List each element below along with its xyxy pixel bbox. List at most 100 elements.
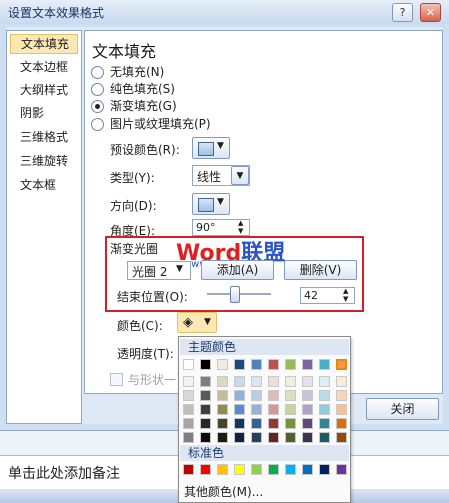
theme-shade-swatch[interactable]	[183, 432, 194, 443]
theme-shade-swatch[interactable]	[336, 432, 347, 443]
category-text-box[interactable]: 文本框	[10, 175, 78, 195]
category-text-border[interactable]: 文本边框	[10, 57, 78, 77]
gradient-fill-radio[interactable]	[91, 100, 104, 113]
theme-shade-swatch[interactable]	[302, 390, 313, 401]
theme-color-swatch[interactable]	[268, 359, 279, 370]
theme-shade-swatch[interactable]	[268, 404, 279, 415]
theme-shade-swatch[interactable]	[234, 376, 245, 387]
theme-shade-swatch[interactable]	[302, 418, 313, 429]
standard-color-swatch[interactable]	[319, 464, 330, 475]
theme-shade-swatch[interactable]	[251, 432, 262, 443]
theme-shade-swatch[interactable]	[183, 376, 194, 387]
theme-shade-swatch[interactable]	[217, 404, 228, 415]
category-outline-style[interactable]: 大纲样式	[10, 80, 78, 100]
theme-shade-swatch[interactable]	[251, 376, 262, 387]
theme-color-swatch[interactable]	[285, 359, 296, 370]
theme-shade-swatch[interactable]	[200, 376, 211, 387]
theme-shade-swatch[interactable]	[268, 432, 279, 443]
theme-shade-swatch[interactable]	[251, 418, 262, 429]
theme-color-swatch[interactable]	[217, 359, 228, 370]
standard-color-swatch[interactable]	[251, 464, 262, 475]
standard-color-swatch[interactable]	[285, 464, 296, 475]
theme-shade-swatch[interactable]	[217, 418, 228, 429]
dialog-titlebar[interactable]: 设置文本效果格式 ? ✕	[0, 0, 449, 24]
theme-shade-swatch[interactable]	[302, 376, 313, 387]
theme-shade-swatch[interactable]	[200, 432, 211, 443]
more-colors-item[interactable]: 其他颜色(M)...	[184, 483, 263, 500]
theme-shade-swatch[interactable]	[319, 376, 330, 387]
direction-dropdown[interactable]: ▼	[192, 193, 230, 215]
picture-fill-radio[interactable]	[91, 118, 104, 131]
theme-shade-swatch[interactable]	[336, 404, 347, 415]
type-select[interactable]: 线性 ▼	[192, 165, 250, 186]
theme-shade-swatch[interactable]	[183, 404, 194, 415]
standard-color-swatch[interactable]	[183, 464, 194, 475]
spin-up-icon[interactable]: ▲	[238, 220, 243, 227]
add-stop-button[interactable]: 添加(A)	[201, 260, 274, 280]
theme-color-swatch[interactable]	[319, 359, 330, 370]
remove-stop-button[interactable]: 删除(V)	[284, 260, 357, 280]
close-button[interactable]: 关闭	[366, 398, 439, 420]
theme-shade-swatch[interactable]	[200, 404, 211, 415]
theme-shade-swatch[interactable]	[268, 390, 279, 401]
theme-shade-swatch[interactable]	[285, 376, 296, 387]
standard-color-swatch[interactable]	[302, 464, 313, 475]
spin-down-icon[interactable]: ▼	[343, 296, 348, 303]
theme-shade-swatch[interactable]	[285, 404, 296, 415]
theme-shade-swatch[interactable]	[285, 432, 296, 443]
theme-shade-swatch[interactable]	[268, 376, 279, 387]
theme-shade-swatch[interactable]	[319, 418, 330, 429]
category-shadow[interactable]: 阴影	[10, 103, 78, 123]
theme-shade-swatch[interactable]	[217, 390, 228, 401]
theme-shade-swatch[interactable]	[183, 418, 194, 429]
spin-up-icon[interactable]: ▲	[343, 288, 348, 295]
angle-input[interactable]: 90° ▲ ▼	[192, 219, 250, 236]
theme-color-swatch[interactable]	[336, 359, 347, 370]
stop-select[interactable]: 光圈 2 ▼	[127, 261, 191, 280]
spin-down-icon[interactable]: ▼	[238, 228, 243, 235]
theme-shade-swatch[interactable]	[319, 432, 330, 443]
theme-shade-swatch[interactable]	[336, 418, 347, 429]
theme-shade-swatch[interactable]	[200, 418, 211, 429]
theme-shade-swatch[interactable]	[302, 432, 313, 443]
theme-shade-swatch[interactable]	[319, 404, 330, 415]
theme-shade-swatch[interactable]	[217, 376, 228, 387]
standard-color-swatch[interactable]	[217, 464, 228, 475]
theme-color-swatch[interactable]	[251, 359, 262, 370]
category-3d-format[interactable]: 三维格式	[10, 127, 78, 147]
help-button[interactable]: ?	[392, 3, 413, 22]
theme-shade-swatch[interactable]	[336, 376, 347, 387]
category-3d-rotation[interactable]: 三维旋转	[10, 151, 78, 171]
theme-shade-swatch[interactable]	[302, 404, 313, 415]
theme-shade-swatch[interactable]	[251, 404, 262, 415]
theme-color-swatch[interactable]	[234, 359, 245, 370]
color-picker-button[interactable]: ◈ ▼	[177, 312, 217, 333]
chevron-down-icon[interactable]: ▼	[231, 166, 249, 185]
standard-color-swatch[interactable]	[336, 464, 347, 475]
no-fill-radio[interactable]	[91, 66, 104, 79]
standard-color-swatch[interactable]	[268, 464, 279, 475]
theme-color-swatch[interactable]	[302, 359, 313, 370]
solid-fill-radio[interactable]	[91, 83, 104, 96]
theme-shade-swatch[interactable]	[234, 432, 245, 443]
end-position-slider[interactable]	[229, 286, 240, 303]
preset-colors-dropdown[interactable]: ▼	[192, 137, 230, 159]
theme-shade-swatch[interactable]	[200, 390, 211, 401]
chevron-down-icon[interactable]: ▼	[176, 264, 183, 274]
theme-color-swatch[interactable]	[200, 359, 211, 370]
theme-shade-swatch[interactable]	[234, 418, 245, 429]
theme-shade-swatch[interactable]	[285, 418, 296, 429]
theme-shade-swatch[interactable]	[217, 432, 228, 443]
theme-shade-swatch[interactable]	[319, 390, 330, 401]
end-position-input[interactable]: 42 ▲ ▼	[300, 287, 355, 304]
theme-shade-swatch[interactable]	[234, 390, 245, 401]
theme-shade-swatch[interactable]	[183, 390, 194, 401]
category-text-fill[interactable]: 文本填充	[10, 34, 78, 54]
theme-shade-swatch[interactable]	[285, 390, 296, 401]
rotate-with-shape-checkbox[interactable]	[110, 373, 123, 386]
theme-shade-swatch[interactable]	[234, 404, 245, 415]
standard-color-swatch[interactable]	[200, 464, 211, 475]
theme-shade-swatch[interactable]	[268, 418, 279, 429]
theme-shade-swatch[interactable]	[336, 390, 347, 401]
theme-shade-swatch[interactable]	[251, 390, 262, 401]
